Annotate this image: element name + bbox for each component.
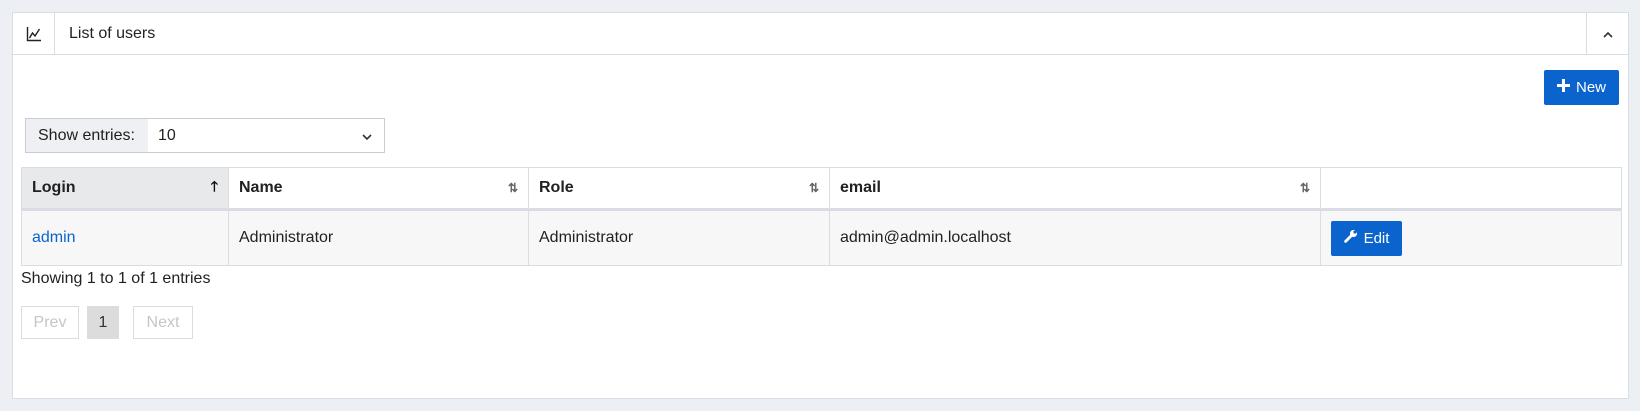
sort-icon: ⇅ <box>507 181 518 195</box>
column-header-name[interactable]: Name ⇅ <box>228 167 529 211</box>
edit-button-label: Edit <box>1363 229 1390 247</box>
chevron-up-icon <box>1602 25 1613 43</box>
next-page-button[interactable]: Next <box>133 306 193 339</box>
column-header-email[interactable]: email ⇅ <box>829 167 1321 211</box>
sort-icon: ⇅ <box>1299 181 1310 195</box>
edit-user-button[interactable]: Edit <box>1331 220 1402 256</box>
column-header-role[interactable]: Role ⇅ <box>528 167 830 211</box>
sort-ascending-icon: 🡑 <box>210 178 218 194</box>
column-header-login[interactable]: Login 🡑 <box>21 167 229 211</box>
wrench-icon <box>1343 229 1358 247</box>
page-1-button[interactable]: 1 <box>87 306 119 339</box>
plus-icon <box>1556 79 1570 96</box>
new-button-label: New <box>1575 79 1606 96</box>
table-info: Showing 1 to 1 of 1 entries <box>21 270 211 287</box>
chevron-down-icon <box>362 127 372 145</box>
cell-login: admin <box>21 209 229 266</box>
cell-email: admin@admin.localhost <box>829 209 1321 266</box>
sort-icon: ⇅ <box>808 181 819 195</box>
show-entries-control: Show entries: 10 <box>25 118 385 153</box>
prev-page-button[interactable]: Prev <box>21 306 79 339</box>
users-panel: List of users New Show entries: 10 Login… <box>12 12 1629 399</box>
collapse-button[interactable] <box>1586 13 1628 54</box>
cell-actions: Edit <box>1320 209 1622 266</box>
user-login-link[interactable]: admin <box>32 229 76 246</box>
show-entries-label: Show entries: <box>26 119 148 152</box>
users-table: Login 🡑 Name ⇅ Role ⇅ email ⇅ admin Admi… <box>21 167 1622 266</box>
table-header-row: Login 🡑 Name ⇅ Role ⇅ email ⇅ <box>21 167 1622 211</box>
table-row: admin Administrator Administrator admin@… <box>21 209 1622 266</box>
cell-name: Administrator <box>228 209 529 266</box>
pagination: Prev 1 Next <box>21 306 193 339</box>
panel-header: List of users <box>13 13 1628 55</box>
new-user-button[interactable]: New <box>1544 70 1619 105</box>
cell-role: Administrator <box>528 209 830 266</box>
panel-title: List of users <box>69 24 156 42</box>
column-header-actions <box>1320 167 1622 211</box>
entries-per-page-select[interactable]: 10 <box>147 119 384 152</box>
chart-line-icon <box>13 13 55 54</box>
entries-per-page-value: 10 <box>157 126 176 144</box>
